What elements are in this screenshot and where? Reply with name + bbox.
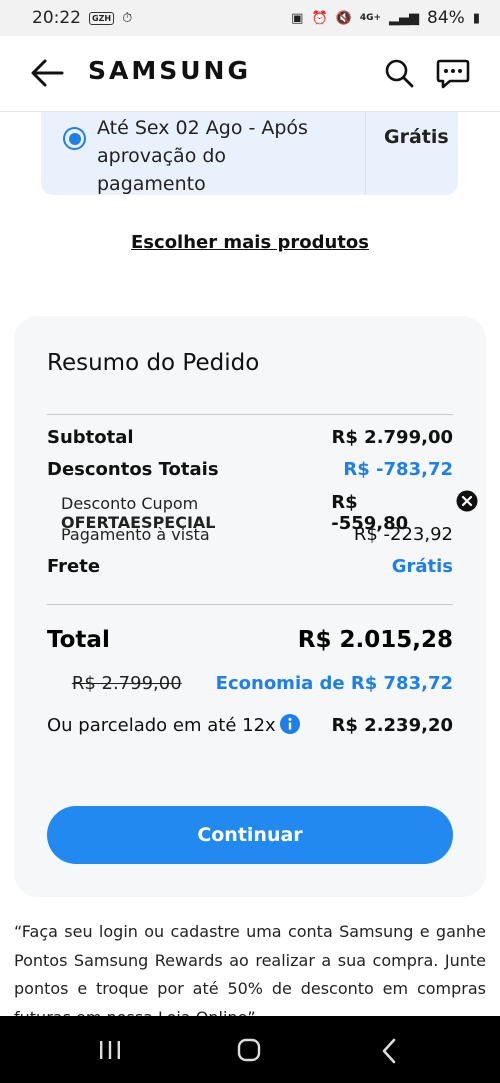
shipping-option-price: Grátis <box>384 126 449 148</box>
divider <box>47 414 453 415</box>
continue-button[interactable]: Continuar <box>47 806 453 864</box>
search-icon[interactable] <box>384 58 414 88</box>
network-label: 4G+ <box>359 13 382 23</box>
total-label: Total <box>47 627 110 653</box>
shipping-row: Frete Grátis <box>47 556 453 577</box>
total-row: Total R$ 2.015,28 <box>47 627 453 653</box>
notification-icon: ▣ <box>291 10 304 26</box>
remove-coupon-icon[interactable] <box>456 490 478 512</box>
divider <box>365 112 366 195</box>
app-header: SAMSUNG <box>0 36 500 112</box>
info-icon[interactable] <box>279 714 300 734</box>
recent-apps-icon[interactable] <box>98 1040 122 1060</box>
alarm-icon: ⏰ <box>311 10 328 26</box>
cash-payment-value: R$ -223,92 <box>353 524 453 545</box>
timer-icon: ⏱ <box>122 10 133 26</box>
back-nav-icon[interactable] <box>381 1038 397 1064</box>
subtotal-value: R$ 2.799,00 <box>331 427 453 448</box>
order-summary-card: Resumo do Pedido Subtotal R$ 2.799,00 De… <box>14 316 486 897</box>
discounts-value: R$ -783,72 <box>343 459 453 480</box>
subtotal-label: Subtotal <box>47 427 134 448</box>
status-app-badge: GZH <box>89 11 115 25</box>
shipping-label: Frete <box>47 556 101 577</box>
shipping-radio[interactable] <box>63 127 86 150</box>
total-value: R$ 2.015,28 <box>297 627 453 653</box>
savings-row: R$ 2.799,00 Economia de R$ 783,72 <box>47 673 453 694</box>
choose-more-products-link[interactable]: Escolher mais produtos <box>0 232 500 253</box>
shipping-option[interactable]: Até Sex 02 Ago - Após aprovação do pagam… <box>41 112 458 195</box>
order-summary-title: Resumo do Pedido <box>47 350 260 376</box>
status-time: 20:22 <box>32 8 81 28</box>
installments-value: R$ 2.239,20 <box>331 714 453 736</box>
rewards-promo-text: “Faça seu login ou cadastre uma conta Sa… <box>14 922 486 1016</box>
savings-value: Economia de R$ 783,72 <box>215 673 453 694</box>
signal-icon: ▂▄▆ <box>389 10 420 26</box>
installments-label-text: Ou parcelado em até 12x <box>47 715 276 736</box>
cash-payment-row: Pagamento à vista R$ -223,92 <box>47 524 453 545</box>
battery-percent: 84% <box>427 8 465 28</box>
status-bar: 20:22 GZH ⏱ ▣ ⏰ 🔇 4G+ ▂▄▆ 84% ▮ <box>0 0 500 36</box>
chat-icon[interactable] <box>436 58 470 90</box>
installments-row: Ou parcelado em até 12x R$ 2.239,20 <box>47 714 453 736</box>
battery-icon: ▮ <box>472 10 480 26</box>
cash-payment-label: Pagamento à vista <box>61 525 210 544</box>
discounts-label: Descontos Totais <box>47 459 219 480</box>
system-nav-bar <box>0 1016 500 1083</box>
samsung-logo[interactable]: SAMSUNG <box>88 56 251 85</box>
shipping-option-text: Até Sex 02 Ago - Após aprovação do pagam… <box>97 117 308 195</box>
installments-label: Ou parcelado em até 12x <box>47 714 300 736</box>
original-price: R$ 2.799,00 <box>71 673 182 694</box>
divider <box>47 604 453 605</box>
home-icon[interactable] <box>237 1038 261 1062</box>
subtotal-row: Subtotal R$ 2.799,00 <box>47 427 453 448</box>
coupon-label-text: Desconto Cupom <box>61 494 199 513</box>
shipping-value: Grátis <box>391 556 453 577</box>
discounts-row: Descontos Totais R$ -783,72 <box>47 459 453 480</box>
mute-icon: 🔇 <box>335 10 352 26</box>
back-arrow-icon[interactable] <box>30 58 64 88</box>
